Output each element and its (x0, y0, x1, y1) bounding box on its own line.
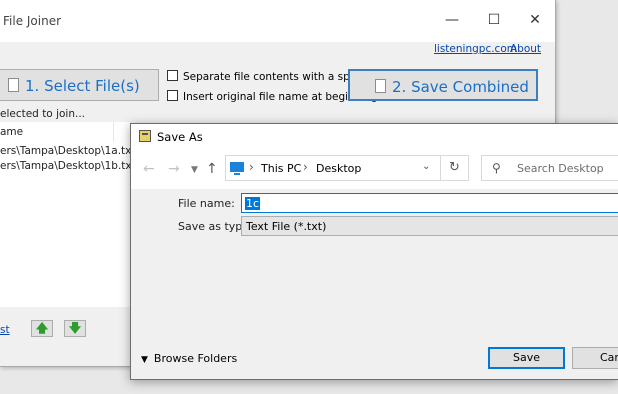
footer-link[interactable]: st (0, 324, 10, 336)
forward-arrow-icon[interactable]: → (168, 161, 180, 177)
move-up-button[interactable]: 🡅 (31, 320, 53, 337)
separate-contents-label: Separate file contents with a space (183, 71, 369, 83)
insert-filename-checkbox[interactable] (167, 90, 178, 101)
save-as-type-select[interactable]: Text File (*.txt) (241, 216, 618, 236)
title-bar: File Joiner — ☐ ✕ (0, 0, 555, 42)
separate-contents-checkbox[interactable] (167, 70, 178, 81)
chevron-down-icon: ▼ (141, 355, 148, 365)
document-icon (8, 78, 19, 92)
insert-filename-option[interactable]: Insert original file name at beginning (167, 90, 378, 103)
search-icon: ⚲ (492, 161, 501, 175)
select-files-label: 1. Select File(s) (25, 77, 140, 95)
recent-locations-chevron-icon[interactable]: ▼ (191, 165, 198, 175)
address-dropdown-icon[interactable]: ⌄ (422, 161, 430, 172)
breadcrumb-this-pc[interactable]: This PC (261, 162, 301, 175)
save-combined-label: 2. Save Combined (392, 78, 529, 96)
website-link[interactable]: listeningpc.com (434, 43, 517, 55)
move-down-button[interactable]: 🡇 (64, 320, 86, 337)
breadcrumb-desktop[interactable]: Desktop (316, 162, 361, 175)
file-name-value: 1c (245, 197, 261, 210)
breadcrumb-separator-icon[interactable]: › (249, 160, 254, 174)
file-name-label: File name: (178, 197, 235, 210)
search-input[interactable]: ⚲ Search Desktop (481, 155, 618, 181)
column-header-name: ame (0, 126, 24, 138)
back-arrow-icon[interactable]: ← (143, 161, 155, 177)
app-icon (139, 130, 151, 142)
save-combined-button[interactable]: 2. Save Combined (348, 69, 538, 101)
save-button[interactable]: Save (488, 347, 565, 369)
list-item[interactable]: ers\Tampa\Desktop\1b.txt (0, 160, 136, 172)
dialog-title: Save As (157, 130, 203, 144)
minimize-icon[interactable]: — (440, 8, 464, 32)
refresh-icon: ↻ (449, 160, 460, 175)
search-placeholder: Search Desktop (517, 162, 604, 175)
breadcrumb-separator-icon[interactable]: › (303, 160, 308, 174)
refresh-button[interactable]: ↻ (441, 155, 469, 181)
browse-folders-toggle[interactable]: ▼ Browse Folders (141, 352, 237, 365)
arrow-up-icon: 🡅 (35, 321, 49, 335)
close-icon[interactable]: ✕ (523, 8, 547, 32)
file-name-input[interactable]: 1c (241, 193, 618, 213)
arrow-down-icon: 🡇 (68, 321, 82, 335)
about-link[interactable]: About (510, 43, 541, 55)
up-arrow-icon[interactable]: ↑ (206, 161, 218, 177)
save-as-dialog: Save As ← → ▼ ↑ › This PC › Desktop ⌄ ↻ … (130, 123, 618, 380)
list-item[interactable]: ers\Tampa\Desktop\1a.txt (0, 145, 136, 157)
document-icon (375, 79, 386, 93)
column-divider (113, 122, 114, 142)
window-title: File Joiner (3, 14, 62, 28)
browse-folders-label: Browse Folders (153, 352, 238, 365)
separate-contents-option[interactable]: Separate file contents with a space (167, 70, 368, 83)
select-files-button[interactable]: 1. Select File(s) (0, 69, 159, 101)
maximize-icon[interactable]: ☐ (482, 8, 506, 32)
status-text: elected to join... (0, 108, 85, 120)
file-list-header[interactable]: ame (0, 122, 130, 143)
this-pc-icon (230, 162, 244, 175)
address-bar[interactable]: › This PC › Desktop ⌄ (225, 155, 441, 181)
save-as-type-value: Text File (*.txt) (246, 220, 327, 233)
file-list[interactable]: ers\Tampa\Desktop\1a.txt ers\Tampa\Deskt… (0, 142, 136, 307)
dialog-title-bar: Save As (131, 124, 618, 149)
cancel-button[interactable]: Can (572, 347, 618, 369)
